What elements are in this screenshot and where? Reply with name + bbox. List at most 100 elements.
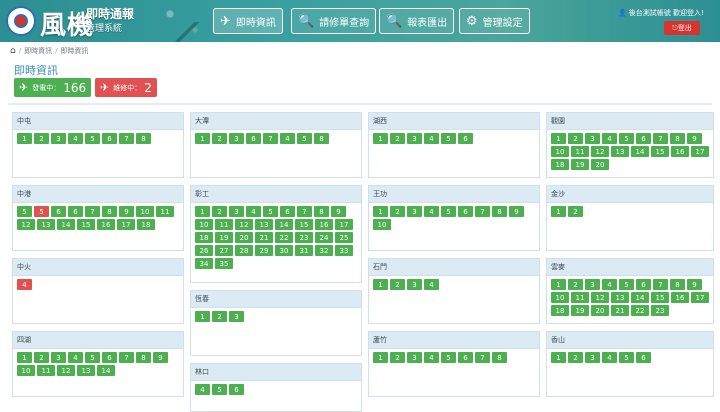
turbine-running-chip[interactable]: 5 — [619, 352, 634, 363]
turbine-running-chip[interactable]: 4 — [424, 279, 439, 290]
turbine-running-chip[interactable]: 9 — [509, 206, 524, 217]
turbine-running-chip[interactable]: 7 — [297, 206, 312, 217]
turbine-running-chip[interactable]: 4 — [68, 352, 83, 363]
turbine-running-chip[interactable]: 8 — [136, 352, 151, 363]
turbine-running-chip[interactable]: 2 — [390, 279, 405, 290]
turbine-running-chip[interactable]: 22 — [275, 232, 293, 243]
turbine-running-chip[interactable]: 4 — [424, 133, 439, 144]
turbine-running-chip[interactable]: 1 — [373, 352, 388, 363]
turbine-maintenance-chip[interactable]: 4 — [17, 279, 32, 290]
turbine-running-chip[interactable]: 19 — [215, 232, 233, 243]
turbine-running-chip[interactable]: 11 — [215, 219, 233, 230]
turbine-running-chip[interactable]: 5 — [17, 206, 32, 217]
logout-button[interactable]: ⎋ 登出 — [664, 21, 700, 35]
turbine-running-chip[interactable]: 11 — [571, 146, 589, 157]
turbine-running-chip[interactable]: 23 — [651, 305, 669, 316]
turbine-running-chip[interactable]: 14 — [275, 219, 293, 230]
turbine-running-chip[interactable]: 6 — [51, 206, 66, 217]
breadcrumb-item[interactable]: 即時資訊 — [24, 46, 52, 56]
turbine-running-chip[interactable]: 5 — [263, 206, 278, 217]
turbine-running-chip[interactable]: 6 — [458, 206, 473, 217]
turbine-running-chip[interactable]: 35 — [215, 258, 233, 269]
turbine-running-chip[interactable]: 6 — [636, 279, 651, 290]
turbine-running-chip[interactable]: 5 — [441, 206, 456, 217]
turbine-running-chip[interactable]: 5 — [619, 133, 634, 144]
turbine-running-chip[interactable]: 1 — [551, 133, 566, 144]
turbine-running-chip[interactable]: 3 — [229, 311, 244, 322]
turbine-running-chip[interactable]: 5 — [85, 133, 100, 144]
turbine-running-chip[interactable]: 8 — [314, 206, 329, 217]
turbine-running-chip[interactable]: 14 — [97, 365, 115, 376]
turbine-running-chip[interactable]: 9 — [687, 133, 702, 144]
turbine-running-chip[interactable]: 32 — [315, 245, 333, 256]
turbine-running-chip[interactable]: 18 — [195, 232, 213, 243]
turbine-running-chip[interactable]: 2 — [34, 133, 49, 144]
turbine-running-chip[interactable]: 3 — [585, 352, 600, 363]
turbine-running-chip[interactable]: 6 — [458, 352, 473, 363]
turbine-running-chip[interactable]: 6 — [68, 206, 83, 217]
turbine-running-chip[interactable]: 10 — [136, 206, 154, 217]
turbine-running-chip[interactable]: 15 — [295, 219, 313, 230]
turbine-running-chip[interactable]: 8 — [492, 352, 507, 363]
turbine-running-chip[interactable]: 3 — [585, 279, 600, 290]
turbine-running-chip[interactable]: 8 — [314, 133, 329, 144]
turbine-running-chip[interactable]: 2 — [390, 352, 405, 363]
turbine-running-chip[interactable]: 2 — [568, 279, 583, 290]
turbine-running-chip[interactable]: 2 — [34, 352, 49, 363]
turbine-running-chip[interactable]: 9 — [331, 206, 346, 217]
nav-admin-settings-button[interactable]: ⚙ 管理設定 — [459, 8, 530, 34]
turbine-running-chip[interactable]: 3 — [407, 279, 422, 290]
turbine-running-chip[interactable]: 6 — [229, 384, 244, 395]
turbine-running-chip[interactable]: 12 — [57, 365, 75, 376]
turbine-running-chip[interactable]: 4 — [68, 133, 83, 144]
turbine-running-chip[interactable]: 10 — [551, 146, 569, 157]
turbine-running-chip[interactable]: 16 — [671, 292, 689, 303]
turbine-running-chip[interactable]: 10 — [551, 292, 569, 303]
turbine-running-chip[interactable]: 1 — [373, 206, 388, 217]
turbine-running-chip[interactable]: 2 — [212, 133, 227, 144]
turbine-running-chip[interactable]: 8 — [102, 206, 117, 217]
turbine-running-chip[interactable]: 1 — [195, 311, 210, 322]
turbine-running-chip[interactable]: 8 — [136, 133, 151, 144]
turbine-running-chip[interactable]: 1 — [195, 133, 210, 144]
turbine-running-chip[interactable]: 16 — [97, 219, 115, 230]
turbine-running-chip[interactable]: 21 — [255, 232, 273, 243]
turbine-running-chip[interactable]: 6 — [636, 352, 651, 363]
turbine-running-chip[interactable]: 10 — [17, 365, 35, 376]
turbine-running-chip[interactable]: 1 — [195, 206, 210, 217]
turbine-running-chip[interactable]: 19 — [571, 305, 589, 316]
turbine-running-chip[interactable]: 14 — [631, 146, 649, 157]
turbine-running-chip[interactable]: 16 — [671, 146, 689, 157]
turbine-running-chip[interactable]: 34 — [195, 258, 213, 269]
turbine-running-chip[interactable]: 1 — [551, 206, 566, 217]
turbine-running-chip[interactable]: 7 — [475, 206, 490, 217]
turbine-running-chip[interactable]: 8 — [670, 279, 685, 290]
running-count-badge[interactable]: ✈ 發電中： 166 — [14, 78, 92, 97]
nav-realtime-info-button[interactable]: ✈ 即時資訊 — [213, 8, 283, 34]
turbine-running-chip[interactable]: 22 — [631, 305, 649, 316]
turbine-running-chip[interactable]: 23 — [295, 232, 313, 243]
turbine-running-chip[interactable]: 33 — [335, 245, 353, 256]
turbine-running-chip[interactable]: 9 — [119, 206, 134, 217]
turbine-running-chip[interactable]: 2 — [568, 206, 583, 217]
turbine-running-chip[interactable]: 6 — [102, 133, 117, 144]
turbine-running-chip[interactable]: 13 — [611, 146, 629, 157]
turbine-running-chip[interactable]: 2 — [390, 206, 405, 217]
turbine-running-chip[interactable]: 5 — [85, 352, 100, 363]
turbine-running-chip[interactable]: 1 — [17, 133, 32, 144]
turbine-running-chip[interactable]: 7 — [85, 206, 100, 217]
turbine-running-chip[interactable]: 7 — [119, 133, 134, 144]
home-icon[interactable]: ⌂ — [10, 46, 16, 56]
turbine-running-chip[interactable]: 3 — [407, 133, 422, 144]
turbine-running-chip[interactable]: 17 — [117, 219, 135, 230]
turbine-running-chip[interactable]: 1 — [17, 352, 32, 363]
turbine-running-chip[interactable]: 5 — [212, 384, 227, 395]
turbine-running-chip[interactable]: 12 — [17, 219, 35, 230]
turbine-running-chip[interactable]: 2 — [568, 133, 583, 144]
turbine-running-chip[interactable]: 24 — [315, 232, 333, 243]
turbine-running-chip[interactable]: 1 — [373, 279, 388, 290]
turbine-running-chip[interactable]: 3 — [229, 133, 244, 144]
turbine-running-chip[interactable]: 3 — [229, 206, 244, 217]
turbine-running-chip[interactable]: 12 — [591, 146, 609, 157]
turbine-running-chip[interactable]: 28 — [235, 245, 253, 256]
